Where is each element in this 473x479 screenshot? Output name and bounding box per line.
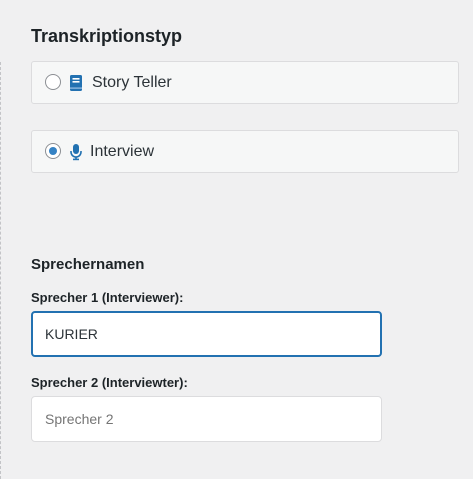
option-label-story-teller: Story Teller bbox=[92, 74, 172, 91]
speaker1-input[interactable] bbox=[31, 311, 382, 357]
transcription-type-title: Transkriptionstyp bbox=[31, 26, 183, 46]
settings-panel: Transkriptionstyp Story Teller Interview… bbox=[0, 0, 473, 479]
speaker2-label: Sprecher 2 (Interviewter): bbox=[31, 375, 188, 390]
microphone-icon bbox=[70, 144, 82, 161]
radio-interview[interactable] bbox=[45, 143, 61, 159]
speaker1-label: Sprecher 1 (Interviewer): bbox=[31, 290, 184, 305]
speaker-names-title: Sprechernamen bbox=[31, 256, 145, 273]
panel-divider bbox=[0, 62, 1, 479]
option-story-teller[interactable]: Story Teller bbox=[31, 61, 459, 104]
option-interview[interactable]: Interview bbox=[31, 130, 459, 173]
speaker2-input[interactable] bbox=[31, 396, 382, 442]
radio-story-teller[interactable] bbox=[45, 74, 61, 90]
book-icon bbox=[70, 75, 82, 91]
option-label-interview: Interview bbox=[90, 143, 155, 160]
